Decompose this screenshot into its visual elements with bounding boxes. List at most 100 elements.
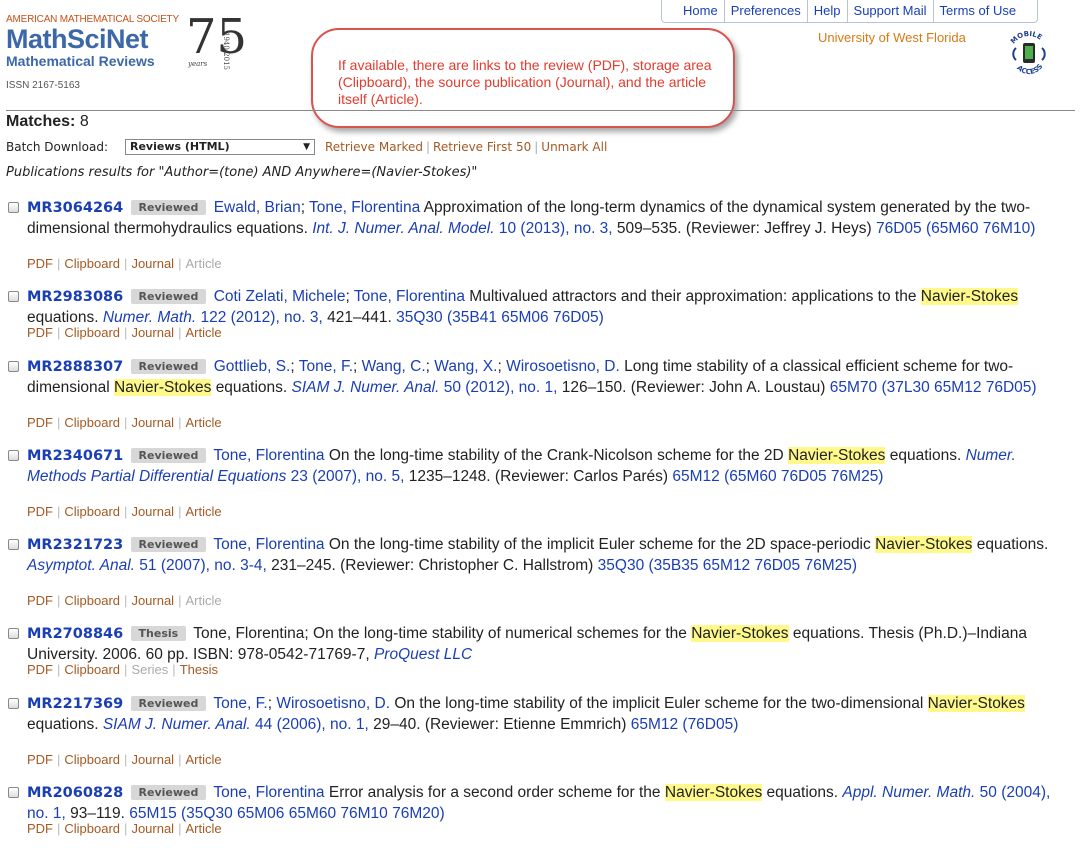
publisher-link[interactable]: ProQuest LLC [374, 646, 472, 663]
mobile-access-icon[interactable]: MOBILE ACCESS [1003, 28, 1055, 80]
mr-number-link[interactable]: MR2217369 [27, 696, 123, 712]
result-checkbox[interactable] [8, 291, 19, 302]
mr-number-link[interactable]: MR2321723 [27, 537, 123, 553]
classification-link[interactable]: 65M12 (65M60 76D05 76M25) [672, 468, 883, 485]
clipboard-link[interactable]: Clipboard [64, 504, 120, 519]
journal-link[interactable]: Journal [131, 593, 174, 608]
result-checkbox[interactable] [8, 539, 19, 550]
status-badge: Reviewed [130, 696, 207, 711]
source-journal-link[interactable]: Appl. Numer. Math. [842, 784, 975, 801]
source-volume-link[interactable]: 10 (2013), no. 3, [499, 220, 613, 237]
unmark-all-link[interactable]: Unmark All [541, 140, 607, 154]
article-link[interactable]: Article [185, 504, 221, 519]
author-link[interactable]: Ewald, Brian [214, 199, 301, 216]
source-journal-link[interactable]: Asymptot. Anal. [27, 557, 135, 574]
mr-number-link[interactable]: MR2983086 [27, 289, 123, 305]
classification-link[interactable]: 76D05 (65M60 76M10) [876, 220, 1035, 237]
classification-link[interactable]: 35Q30 (35B41 65M06 76D05) [396, 309, 604, 326]
classification-link[interactable]: 35Q30 (35B35 65M12 76D05 76M25) [598, 557, 857, 574]
journal-link[interactable]: Journal [131, 325, 174, 340]
source-volume-link[interactable]: 50 (2012), no. 1, [444, 379, 558, 396]
article-link[interactable]: Article [185, 821, 221, 836]
result-checkbox[interactable] [8, 628, 19, 639]
result-checkbox[interactable] [8, 450, 19, 461]
journal-link[interactable]: Journal [131, 752, 174, 767]
source-volume-link[interactable]: 23 (2007), no. 5, [291, 468, 405, 485]
source-journal-link[interactable]: SIAM J. Numer. Anal. [292, 379, 440, 396]
clipboard-link[interactable]: Clipboard [64, 752, 120, 767]
series-link[interactable]: Series [131, 662, 168, 677]
result-links: PDF | Clipboard | Journal | Article [27, 821, 222, 836]
author-link[interactable]: Tone, F. [299, 358, 353, 375]
author-link[interactable]: Wirosoetisno, D. [276, 695, 390, 712]
author-link[interactable]: Tone, Florentina [213, 536, 324, 553]
article-link[interactable]: Article [185, 415, 221, 430]
result-checkbox[interactable] [8, 787, 19, 798]
mr-number-link[interactable]: MR3064264 [27, 200, 123, 216]
pdf-link[interactable]: PDF [27, 256, 53, 271]
author-link[interactable]: Tone, Florentina [213, 447, 324, 464]
author-link[interactable]: Wang, X. [434, 358, 497, 375]
clipboard-link[interactable]: Clipboard [64, 256, 120, 271]
nav-help[interactable]: Help [806, 0, 847, 22]
author-link[interactable]: Tone, Florentina [213, 784, 324, 801]
result-checkbox[interactable] [8, 698, 19, 709]
journal-link[interactable]: Journal [131, 821, 174, 836]
pdf-link[interactable]: PDF [27, 662, 53, 677]
header-divider [6, 110, 1075, 111]
pdf-link[interactable]: PDF [27, 325, 53, 340]
retrieve-marked-link[interactable]: Retrieve Marked [325, 140, 423, 154]
classification-link[interactable]: 65M12 (76D05) [631, 716, 739, 733]
article-link[interactable]: Article [185, 593, 221, 608]
chevron-down-icon: ▼ [303, 142, 310, 152]
thesis-link[interactable]: Thesis [180, 662, 218, 677]
pdf-link[interactable]: PDF [27, 821, 53, 836]
pdf-link[interactable]: PDF [27, 752, 53, 767]
author-link[interactable]: Wang, C. [362, 358, 426, 375]
result-checkbox[interactable] [8, 361, 19, 372]
author-link[interactable]: Tone, Florentina [309, 199, 420, 216]
result-checkbox[interactable] [8, 202, 19, 213]
source-journal-link[interactable]: SIAM J. Numer. Anal. [103, 716, 251, 733]
author-link[interactable]: Wirosoetisno, D. [506, 358, 620, 375]
journal-link[interactable]: Journal [131, 256, 174, 271]
journal-link[interactable]: Journal [131, 504, 174, 519]
nav-terms-of-use[interactable]: Terms of Use [932, 0, 1038, 22]
journal-link[interactable]: Journal [131, 415, 174, 430]
clipboard-link[interactable]: Clipboard [64, 415, 120, 430]
article-link[interactable]: Article [185, 752, 221, 767]
classification-link[interactable]: 65M70 (37L30 65M12 76D05) [830, 379, 1037, 396]
source-volume-link[interactable]: 122 (2012), no. 3, [200, 309, 322, 326]
source-journal-link[interactable]: Numer. Math. [103, 309, 196, 326]
mathscinet-logo[interactable]: MathSciNet [6, 24, 149, 55]
pdf-link[interactable]: PDF [27, 593, 53, 608]
pdf-link[interactable]: PDF [27, 504, 53, 519]
article-link[interactable]: Article [185, 325, 221, 340]
clipboard-link[interactable]: Clipboard [64, 821, 120, 836]
nav-support-mail[interactable]: Support Mail [846, 0, 933, 22]
result-links: PDF | Clipboard | Journal | Article [27, 325, 222, 340]
mr-number-link[interactable]: MR2340671 [27, 448, 123, 464]
pdf-link[interactable]: PDF [27, 415, 53, 430]
article-link[interactable]: Article [185, 256, 221, 271]
author-link[interactable]: Gottlieb, S. [214, 358, 291, 375]
source-volume-link[interactable]: 51 (2007), no. 3-4, [139, 557, 267, 574]
author-link[interactable]: Tone, Florentina [354, 288, 465, 305]
batch-download-select[interactable]: Reviews (HTML) ▼ [125, 139, 315, 155]
source-journal-link[interactable]: Int. J. Numer. Anal. Model. [312, 220, 494, 237]
author-link[interactable]: Tone, F. [213, 695, 267, 712]
mr-number-link[interactable]: MR2708846 [27, 626, 123, 642]
mr-number-link[interactable]: MR2060828 [27, 785, 123, 801]
classification-link[interactable]: 65M15 (35Q30 65M06 65M60 76M10 76M20) [129, 805, 444, 822]
source-volume-link[interactable]: 44 (2006), no. 1, [255, 716, 369, 733]
clipboard-link[interactable]: Clipboard [64, 325, 120, 340]
author-link[interactable]: Coti Zelati, Michele [214, 288, 346, 305]
clipboard-link[interactable]: Clipboard [64, 593, 120, 608]
nav-home[interactable]: Home [662, 0, 724, 22]
retrieve-first-50-link[interactable]: Retrieve First 50 [433, 140, 531, 154]
mr-number-link[interactable]: MR2888307 [27, 359, 123, 375]
article-title-end: equations. [27, 715, 99, 733]
clipboard-link[interactable]: Clipboard [64, 662, 120, 677]
nav-preferences[interactable]: Preferences [723, 0, 807, 22]
status-badge: Reviewed [130, 200, 207, 215]
